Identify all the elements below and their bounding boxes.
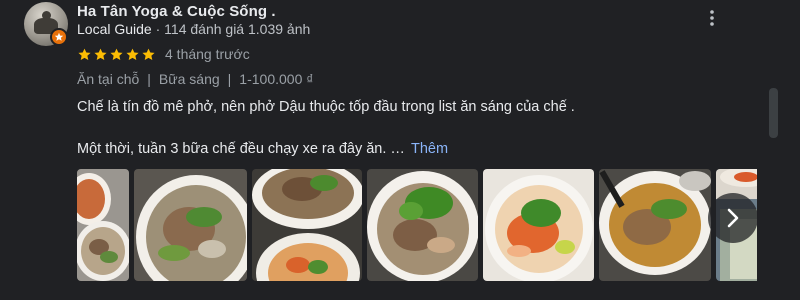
review-photo-strip [77, 169, 757, 281]
star-icon [78, 48, 91, 60]
rating-row: 4 tháng trước [77, 45, 250, 63]
reviewer-meta: Local Guide · 114 đánh giá 1.039 ảnh [77, 21, 310, 37]
chevron-right-icon [727, 208, 739, 228]
review-text-line-2: Một thời, tuần 3 bữa chế đều chạy xe ra … [77, 141, 448, 157]
review-photo-2[interactable] [134, 169, 247, 281]
star-rating [77, 47, 156, 62]
reviewer-level: Local Guide [77, 21, 152, 37]
tag-service: Ăn tại chỗ [77, 71, 140, 87]
review-card: Ha Tân Yoga & Cuộc Sống . Local Guide · … [0, 0, 800, 300]
review-photo-1[interactable] [77, 169, 129, 281]
review-photo-3[interactable] [252, 169, 362, 281]
tag-separator: | [227, 71, 232, 87]
more-options-button[interactable] [700, 6, 724, 30]
meta-dot: · [155, 21, 165, 37]
review-text-line-2-content: Một thời, tuần 3 bữa chế đều chạy xe ra … [77, 141, 405, 157]
review-date: 4 tháng trước [165, 46, 250, 62]
tag-separator: | [147, 71, 151, 87]
review-photo-4[interactable] [367, 169, 478, 281]
local-guide-badge-icon [50, 28, 68, 46]
reviewer-name[interactable]: Ha Tân Yoga & Cuộc Sống . [77, 3, 276, 20]
star-icon [126, 48, 139, 60]
photos-next-button[interactable] [708, 193, 758, 243]
star-icon [94, 48, 107, 60]
read-more-link[interactable]: Thêm [411, 141, 448, 157]
reviewer-review-count: 114 đánh giá [164, 21, 245, 37]
tag-price: 1-100.000 ₫ [239, 71, 314, 87]
more-vert-icon [710, 10, 714, 26]
review-photo-5[interactable] [483, 169, 594, 281]
review-text-line-1: Chế là tín đồ mê phở, nên phở Dậu thuộc … [77, 99, 575, 115]
reviewer-photo-count: 1.039 ảnh [248, 21, 311, 37]
star-icon [142, 48, 155, 60]
review-photo-6[interactable] [599, 169, 711, 281]
review-tags: Ăn tại chỗ | Bữa sáng | 1-100.000 ₫ [77, 71, 313, 87]
scrollbar-thumb[interactable] [769, 88, 778, 138]
tag-meal: Bữa sáng [158, 71, 220, 87]
star-icon [110, 48, 123, 60]
